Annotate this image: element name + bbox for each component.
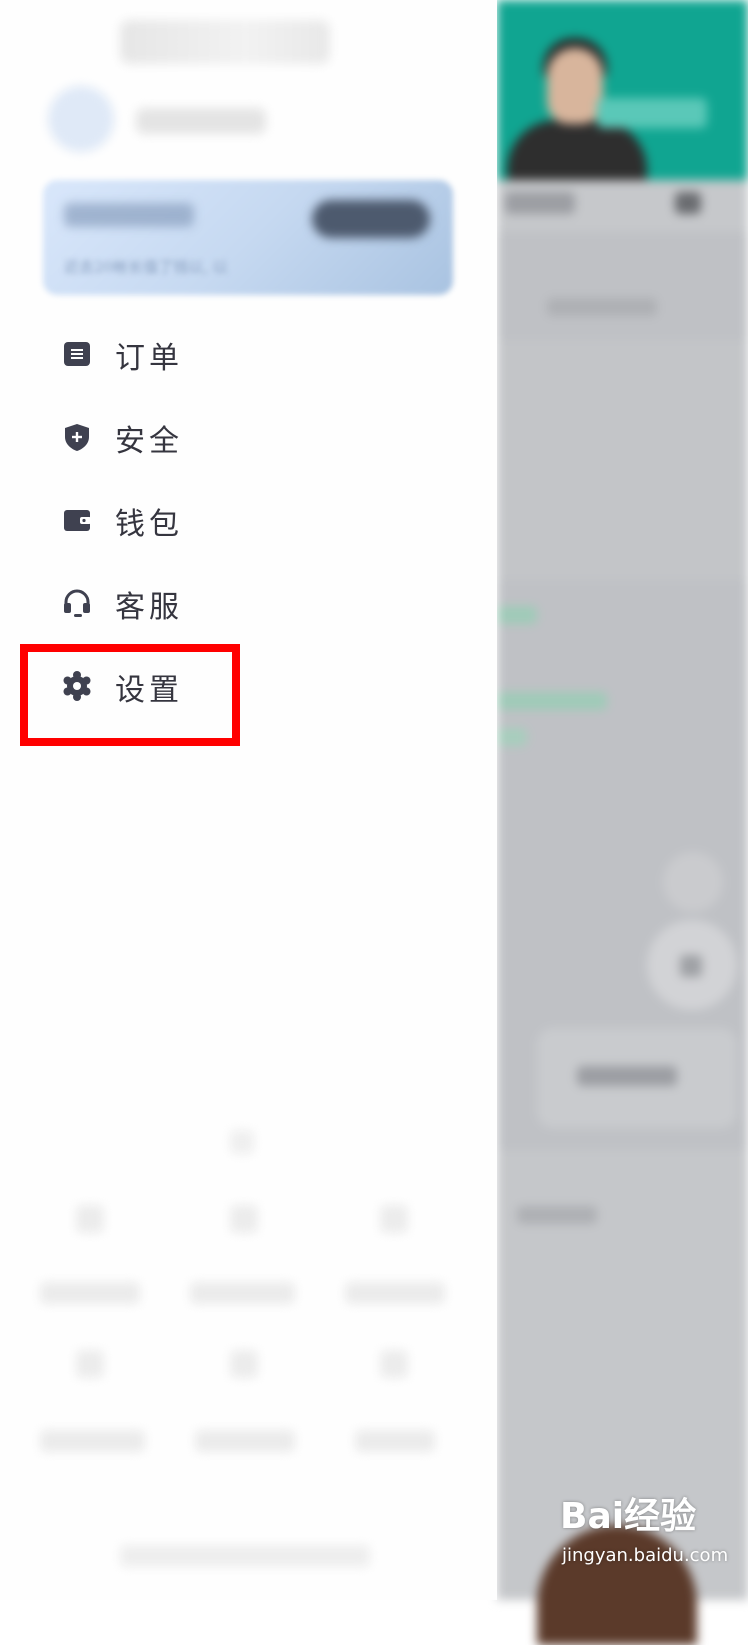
grid-label [195,1430,295,1452]
grid-icon[interactable] [76,1350,104,1378]
menu-item-wallet[interactable]: 钱包 [0,484,497,554]
menu-item-label: 钱包 [115,507,183,542]
menu-item-customer-service[interactable]: 客服 [0,567,497,637]
background-page[interactable] [497,0,748,1645]
grid-icon[interactable] [380,1350,408,1378]
background-green-text [497,728,527,746]
grid-icon[interactable] [230,1205,258,1233]
watermark: Bai经验 jingyan.baidu.com [560,1487,740,1587]
grid-icon [230,1130,254,1154]
menu-item-orders[interactable]: 订单 [0,318,497,388]
background-tab-icon [675,192,701,214]
order-list-icon [62,339,92,369]
wallet-icon [62,505,92,535]
header-person-head [547,48,603,124]
background-card [497,340,748,580]
background-text-line [547,298,657,316]
background-tab-text [505,192,575,214]
watermark-url: jingyan.baidu.com [562,1545,729,1566]
shield-icon [62,422,92,452]
watermark-brand: Bai经验 [560,1496,697,1537]
grid-label [190,1282,295,1304]
background-text-line [517,1206,597,1224]
highlight-box [20,644,240,746]
grid-label [40,1430,145,1452]
membership-description: 近去20帐长值了钱以, 以 [64,258,228,276]
grid-icon[interactable] [76,1205,104,1233]
menu-item-label: 客服 [115,590,183,625]
grid-icon[interactable] [230,1350,258,1378]
background-green-text [497,606,537,624]
grid-label [345,1282,445,1304]
background-card-text [577,1066,677,1086]
headset-icon [62,588,92,618]
grid-icon[interactable] [380,1205,408,1233]
side-drawer: 近去20帐长值了钱以, 以 订单 安全 钱包 客服 设置 [0,0,497,1600]
grid-label [40,1282,140,1304]
membership-title [64,203,194,227]
footer-text [120,1545,370,1567]
header-tag [597,98,707,128]
app-logo [120,20,330,64]
user-name[interactable] [136,108,266,134]
close-icon [680,955,702,977]
menu-item-label: 订单 [115,341,183,376]
membership-button[interactable] [312,200,430,238]
grid-label [355,1430,435,1452]
menu-item-label: 安全 [115,424,183,459]
menu-item-security[interactable]: 安全 [0,401,497,471]
avatar[interactable] [48,86,114,152]
background-round-button [663,852,723,912]
background-green-text [497,692,607,710]
